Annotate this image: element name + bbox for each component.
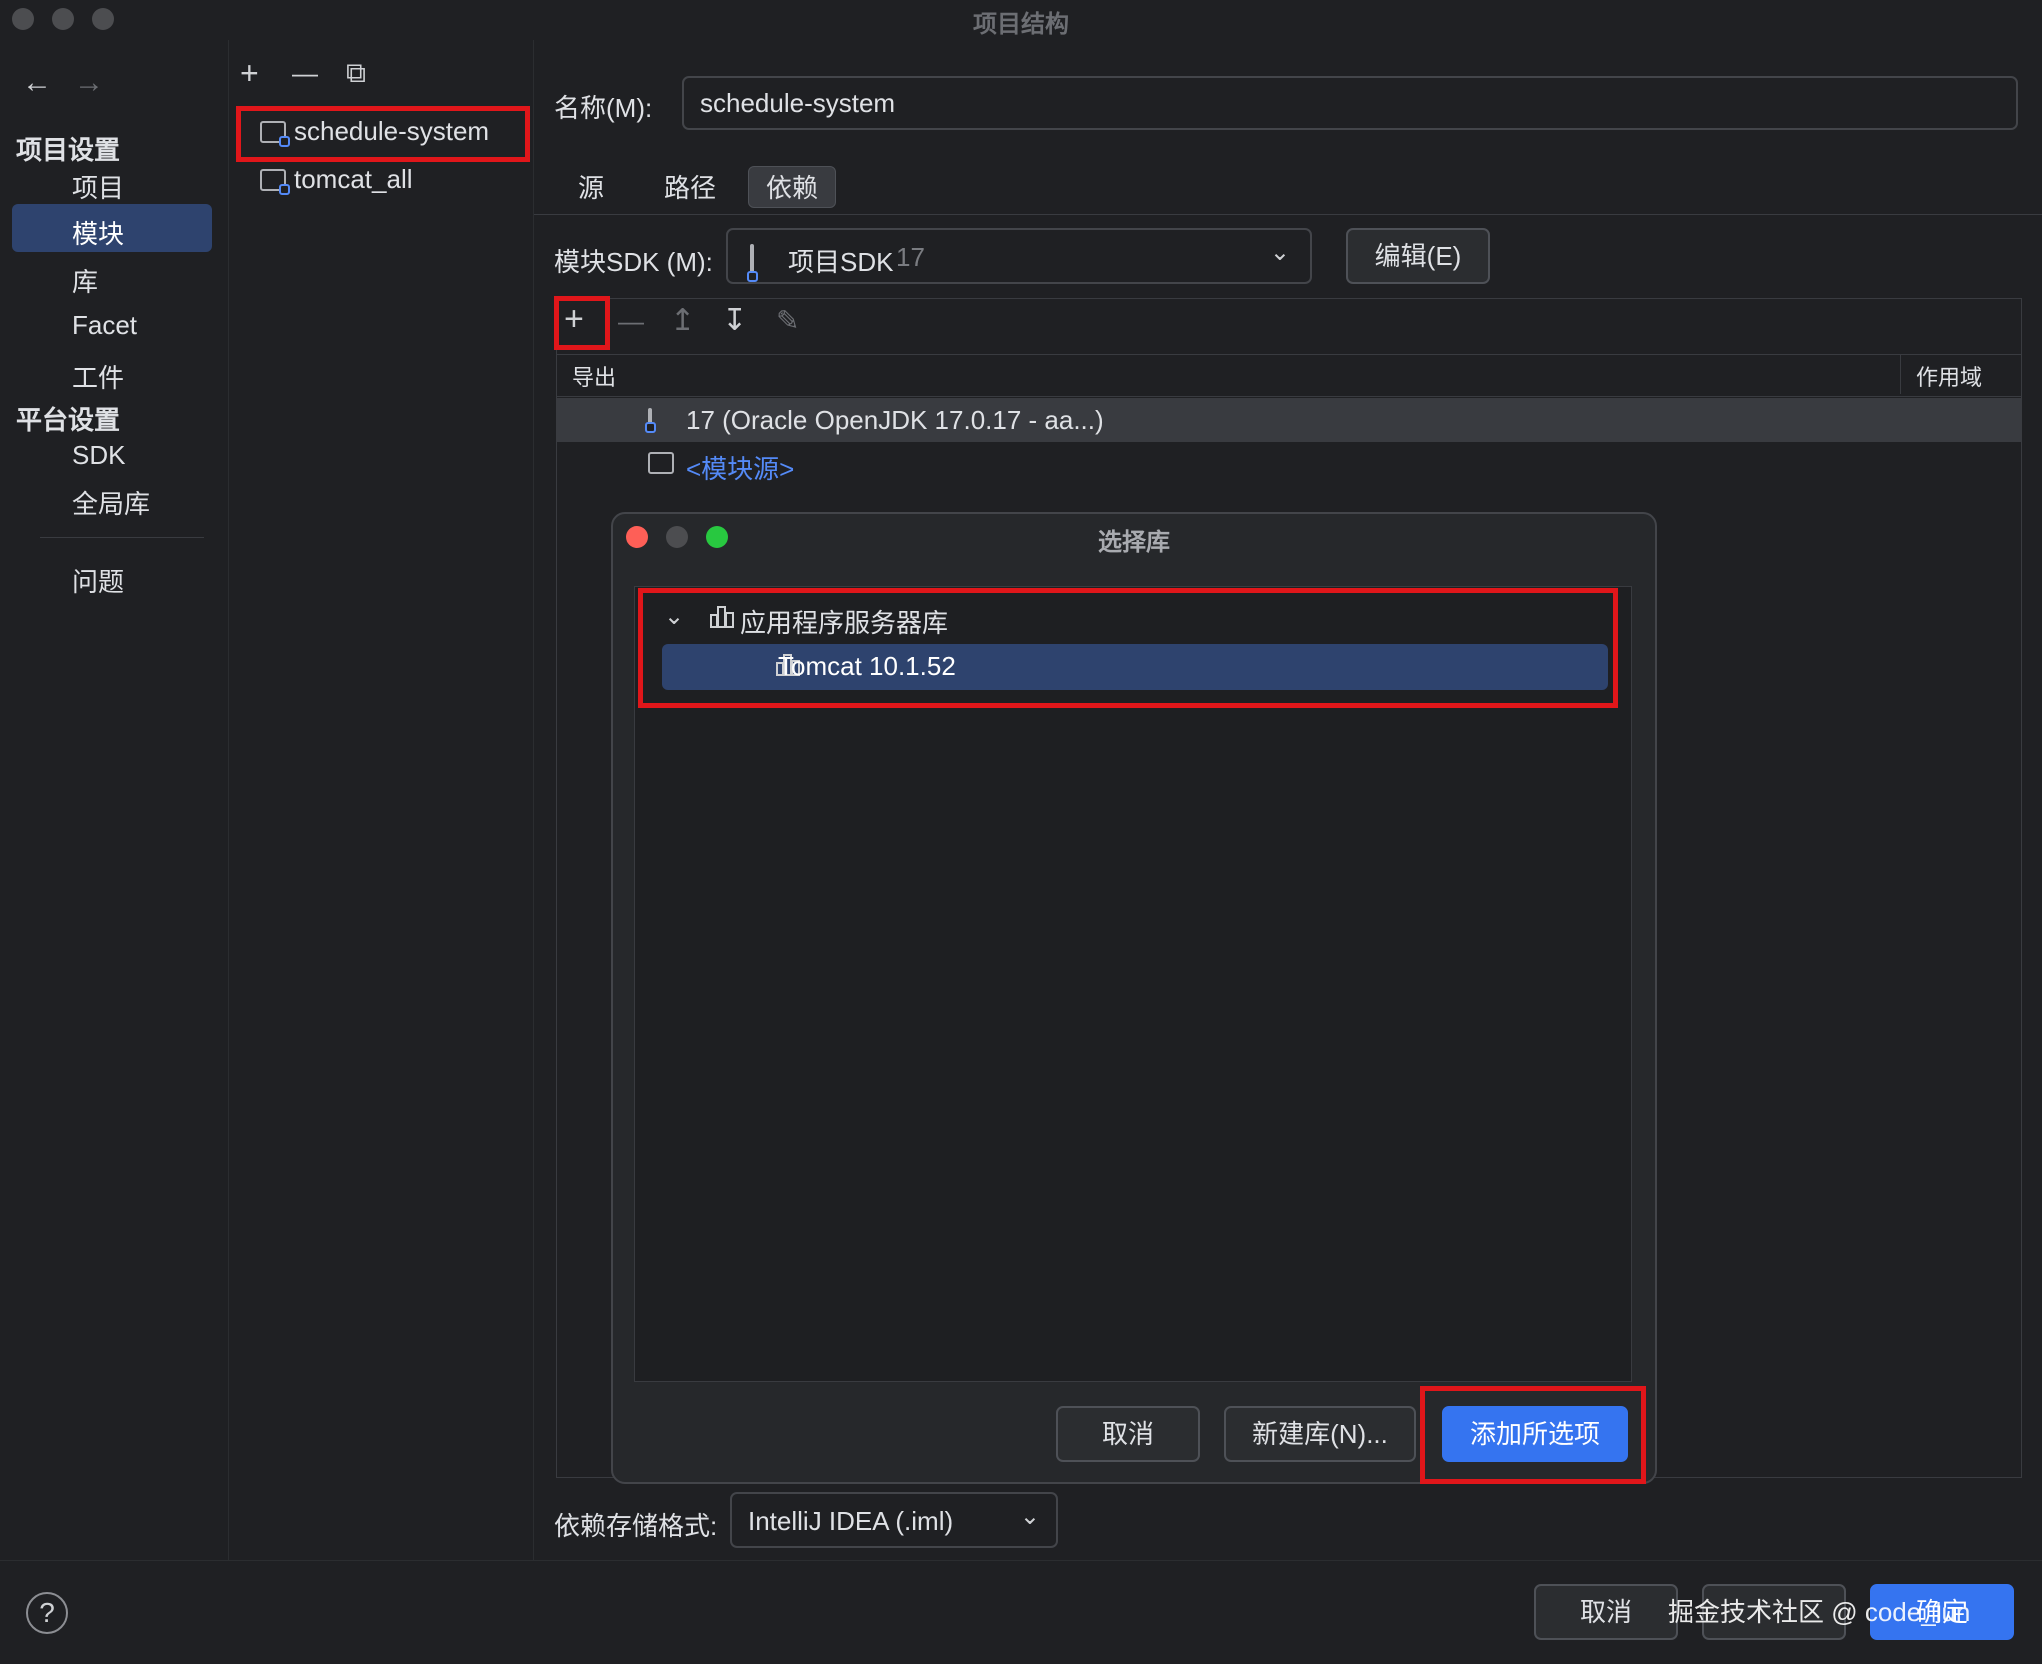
column-scope: 作用域 bbox=[1916, 365, 1983, 390]
storage-format-label: 依赖存储格式: bbox=[554, 1511, 718, 1541]
section-project-settings: 项目设置 bbox=[16, 135, 121, 165]
tab-sources[interactable]: 源 bbox=[578, 168, 604, 205]
sidebar-item-facets[interactable]: Facet bbox=[72, 310, 137, 341]
dependency-module-source[interactable]: <模块源> bbox=[686, 449, 794, 486]
settings-sidebar bbox=[0, 40, 229, 1560]
annotation-box-add bbox=[554, 296, 610, 350]
dialog-title: 选择库 bbox=[1098, 529, 1170, 556]
sidebar-item-problems[interactable]: 问题 bbox=[72, 562, 124, 599]
annotation-box-library bbox=[638, 588, 1618, 708]
module-item-tomcat-all[interactable]: tomcat_all bbox=[260, 164, 413, 195]
sidebar-item-artifacts[interactable]: 工件 bbox=[72, 358, 124, 395]
dependency-jdk[interactable]: 17 (Oracle OpenJDK 17.0.17 - aa...) bbox=[686, 405, 1104, 436]
section-platform-settings: 平台设置 bbox=[16, 405, 121, 435]
tab-paths[interactable]: 路径 bbox=[664, 168, 716, 205]
modules-panel bbox=[229, 40, 534, 1560]
project-structure-window: 项目结构 ← → 项目设置 项目 模块 库 Facet 工件 平台设置 SDK … bbox=[0, 0, 2042, 1664]
move-down-icon[interactable]: ↧ bbox=[722, 302, 747, 340]
storage-format-value: IntelliJ IDEA (.iml) bbox=[748, 1506, 954, 1536]
sidebar-divider bbox=[40, 537, 204, 538]
footer-divider bbox=[0, 1560, 2042, 1561]
cancel-button[interactable]: 取消 bbox=[1534, 1584, 1678, 1640]
add-module-icon[interactable]: + bbox=[240, 54, 259, 92]
module-folder-icon bbox=[260, 168, 290, 195]
module-name-input[interactable]: schedule-system bbox=[682, 76, 2018, 130]
column-export: 导出 bbox=[572, 365, 617, 390]
move-up-icon[interactable]: ↥ bbox=[670, 302, 695, 340]
sidebar-item-libraries[interactable]: 库 bbox=[72, 262, 98, 299]
module-sdk-select[interactable]: 项目SDK 17 ⌄ bbox=[726, 228, 1312, 284]
jdk-folder-icon bbox=[648, 408, 652, 430]
module-source-folder-icon bbox=[648, 452, 674, 474]
sidebar-item-global-libraries[interactable]: 全局库 bbox=[72, 484, 150, 521]
sidebar-item-project[interactable]: 项目 bbox=[72, 168, 124, 205]
sdk-folder-icon bbox=[750, 244, 754, 278]
title-bar: 项目结构 bbox=[0, 0, 2042, 40]
chevron-down-icon: ⌄ bbox=[1019, 1503, 1040, 1530]
back-arrow-icon[interactable]: ← bbox=[22, 66, 52, 100]
chevron-down-icon: ⌄ bbox=[1269, 239, 1290, 266]
tab-dependencies[interactable]: 依赖 bbox=[766, 168, 818, 205]
storage-format-select[interactable]: IntelliJ IDEA (.iml) ⌄ bbox=[730, 1492, 1058, 1548]
annotation-box-module bbox=[236, 106, 530, 162]
sidebar-item-sdk[interactable]: SDK bbox=[72, 440, 125, 471]
module-sdk-label: 模块SDK (M): bbox=[554, 247, 713, 277]
help-icon[interactable]: ? bbox=[26, 1592, 68, 1634]
remove-dependency-icon[interactable]: — bbox=[618, 302, 644, 340]
sidebar-item-modules[interactable]: 模块 bbox=[72, 214, 124, 251]
sdk-value: 项目SDK bbox=[788, 247, 894, 277]
window-title: 项目结构 bbox=[973, 11, 1069, 38]
module-name: tomcat_all bbox=[294, 164, 413, 194]
deps-toolbar-divider bbox=[556, 354, 2022, 355]
header-divider bbox=[556, 396, 2022, 397]
column-divider bbox=[1900, 354, 1901, 394]
tabs-divider bbox=[534, 214, 2042, 215]
sdk-version: 17 bbox=[896, 242, 925, 272]
dialog-cancel-button[interactable]: 取消 bbox=[1056, 1406, 1200, 1462]
watermark-text: 掘金技术社区 @ code_lun bbox=[1668, 1597, 1971, 1627]
forward-arrow-icon[interactable]: → bbox=[74, 66, 104, 100]
remove-module-icon[interactable]: — bbox=[292, 54, 318, 92]
edit-dependency-icon[interactable]: ✎ bbox=[776, 302, 799, 340]
annotation-box-add-selected bbox=[1420, 1386, 1646, 1484]
copy-module-icon[interactable]: ⧉ bbox=[346, 54, 366, 92]
new-library-button[interactable]: 新建库(N)... bbox=[1224, 1406, 1416, 1462]
name-label: 名称(M): bbox=[554, 93, 653, 123]
edit-sdk-button[interactable]: 编辑(E) bbox=[1346, 228, 1490, 284]
